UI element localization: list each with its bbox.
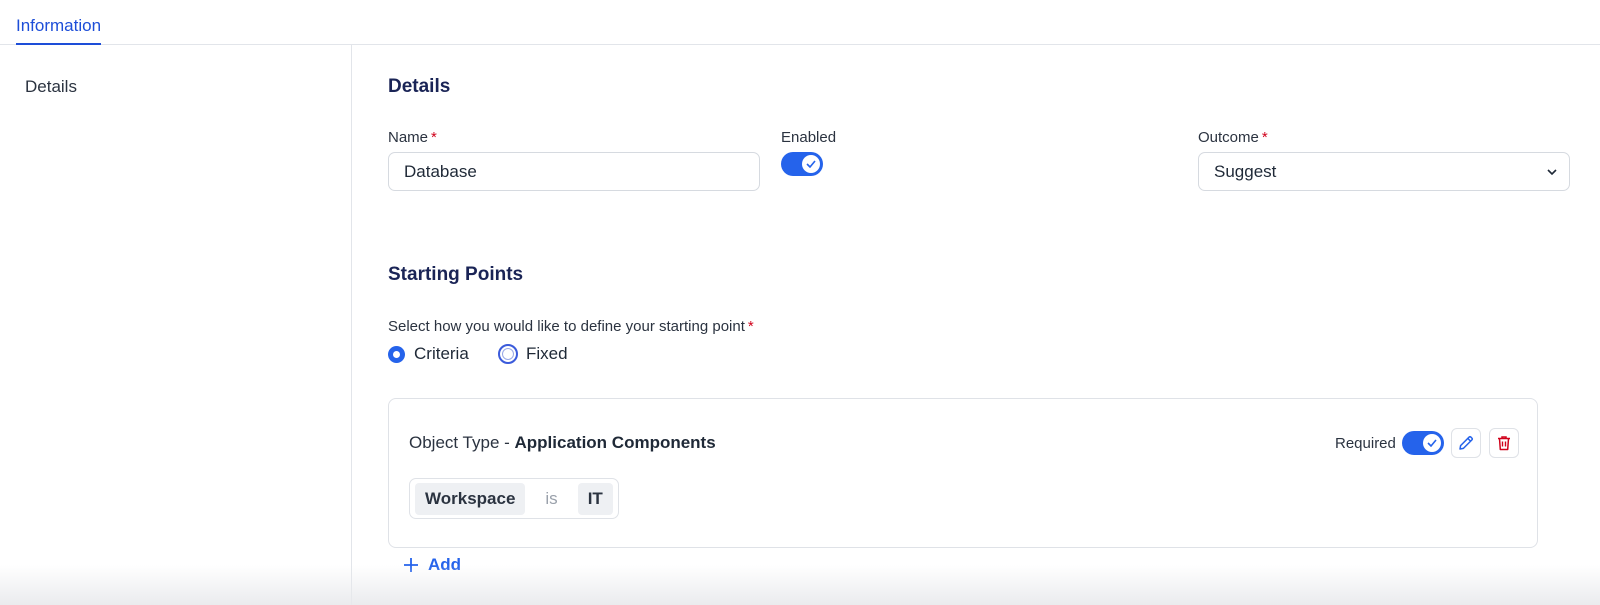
name-label-text: Name <box>388 129 429 146</box>
criteria-pill[interactable]: Workspace is IT <box>409 478 619 519</box>
name-input[interactable]: Database <box>388 152 760 191</box>
criteria-field: Workspace <box>415 482 526 515</box>
plus-icon <box>404 558 418 572</box>
details-section-title: Details <box>388 76 451 97</box>
outcome-label-text: Outcome <box>1198 129 1259 146</box>
delete-button[interactable] <box>1489 428 1519 458</box>
required-label: Required <box>1335 435 1396 452</box>
trash-icon <box>1498 436 1510 451</box>
radio-selected-icon[interactable] <box>388 345 405 363</box>
criteria-value: IT <box>577 482 613 515</box>
radio-fixed[interactable]: Fixed <box>498 344 568 364</box>
card-title-prefix: Object Type - <box>409 433 515 452</box>
card-title: Object Type - Application Components <box>409 433 716 453</box>
starting-point-card: Object Type - Application Components Req… <box>388 398 1538 548</box>
required-asterisk: * <box>747 318 754 335</box>
starting-point-prompt-text: Select how you would like to define your… <box>388 318 745 335</box>
pencil-icon <box>1459 435 1474 450</box>
enabled-label: Enabled <box>781 129 837 146</box>
radio-criteria-label: Criteria <box>414 344 469 363</box>
required-asterisk: * <box>1261 129 1268 146</box>
outcome-label: Outcome * <box>1198 129 1268 146</box>
starting-point-prompt: Select how you would like to define your… <box>388 318 754 335</box>
name-label: Name * <box>388 129 437 146</box>
check-icon <box>806 160 816 168</box>
sidebar: Details <box>0 45 352 605</box>
radio-unselected-icon[interactable] <box>498 344 518 364</box>
edit-button[interactable] <box>1451 428 1481 458</box>
tab-information[interactable]: Information <box>16 16 102 45</box>
chevron-down-icon <box>1547 169 1557 176</box>
tab-bar: Information <box>0 0 1600 45</box>
radio-fixed-label: Fixed <box>526 344 568 363</box>
toggle-knob <box>1423 434 1441 452</box>
criteria-operator: is <box>545 488 558 508</box>
required-toggle[interactable] <box>1402 431 1444 455</box>
check-icon <box>1427 439 1437 447</box>
add-button[interactable]: Add <box>402 555 461 575</box>
radio-criteria[interactable]: Criteria <box>388 344 469 364</box>
main-content: Details Name * Database Enabled Outcome * … <box>352 45 1600 605</box>
sidebar-item-details[interactable]: Details <box>25 77 77 97</box>
starting-points-title: Starting Points <box>388 264 524 285</box>
required-asterisk: * <box>431 129 437 146</box>
toggle-knob <box>802 155 820 173</box>
outcome-selected-value: Suggest <box>1214 162 1277 181</box>
enabled-toggle[interactable] <box>781 152 823 176</box>
object-type-value: Application Components <box>514 433 716 452</box>
outcome-select[interactable]: Suggest <box>1198 152 1570 191</box>
add-button-label: Add <box>428 555 462 574</box>
